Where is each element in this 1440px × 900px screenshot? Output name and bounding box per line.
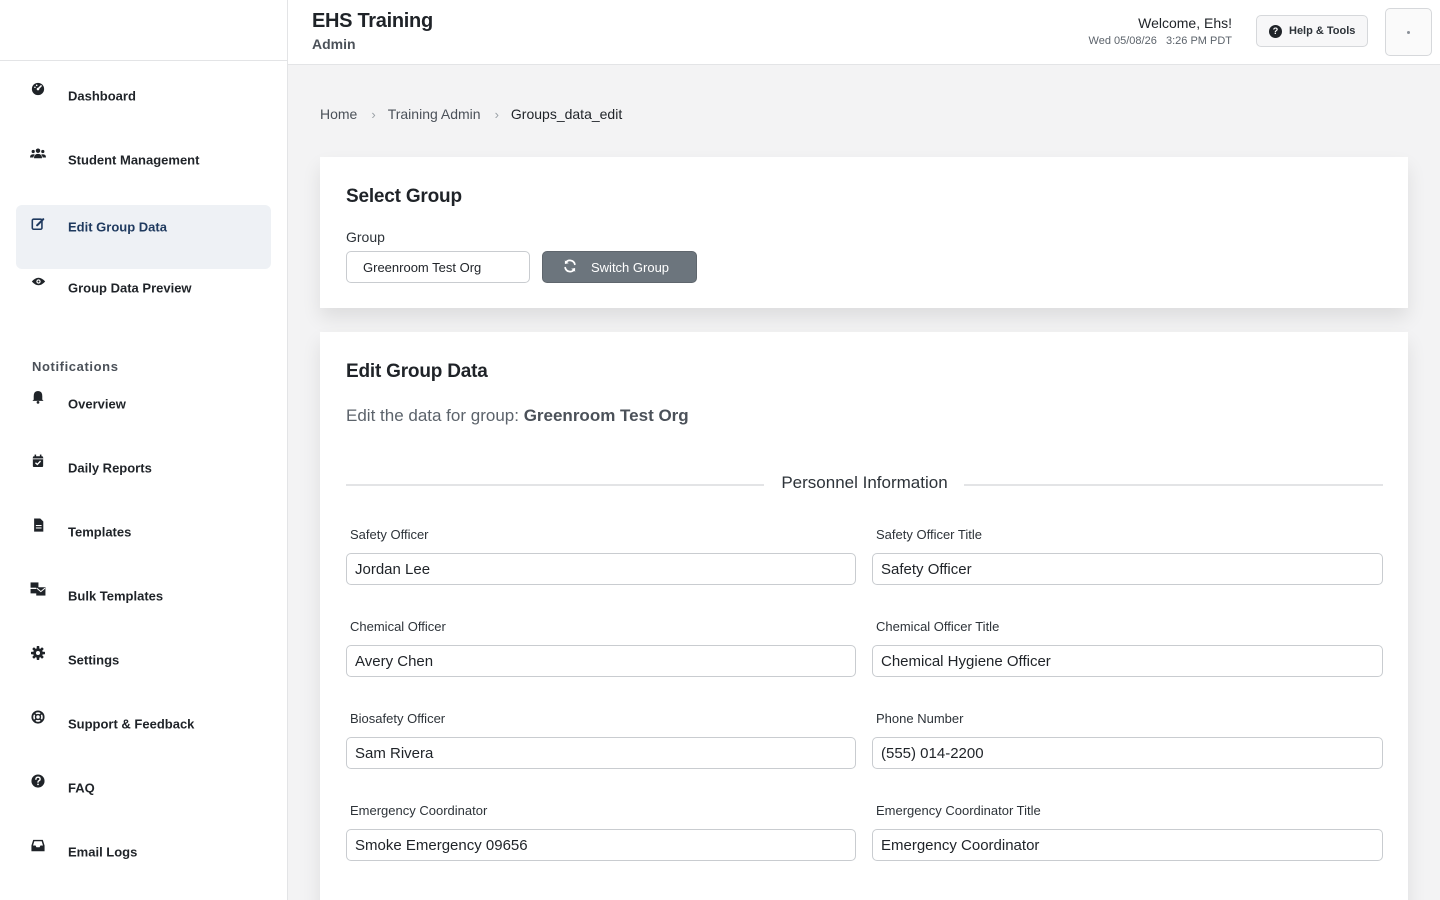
help-tools-button[interactable]: ? Help & Tools	[1256, 15, 1368, 47]
welcome-message: Welcome, Ehs!	[1138, 15, 1232, 31]
safety-officer-input[interactable]	[346, 553, 856, 585]
sidebar-item-group-data-preview[interactable]: Group Data Preview	[16, 258, 271, 322]
group-input[interactable]	[346, 251, 530, 283]
phone-number-input[interactable]	[872, 737, 1383, 769]
chemical-officer-label: Chemical Officer	[350, 619, 446, 634]
switch-group-label: Switch Group	[591, 259, 670, 275]
gear-icon	[30, 645, 46, 661]
sidebar-item-daily-reports[interactable]: Daily Reports	[16, 438, 271, 502]
sidebar-item-label: Dashboard	[68, 88, 136, 104]
breadcrumb-home[interactable]: Home	[320, 106, 357, 122]
select-group-card: Select Group Group Switch Group	[320, 157, 1408, 308]
safety-officer-title-label: Safety Officer Title	[876, 527, 982, 542]
sidebar-item-student-management[interactable]: Student Management	[16, 130, 271, 194]
breadcrumb-current: Groups_data_edit	[510, 106, 623, 122]
refresh-icon	[563, 259, 577, 275]
edit-group-title: Edit Group Data	[346, 361, 488, 382]
question-circle-icon: ?	[1269, 24, 1282, 38]
sidebar-logo-area	[0, 0, 287, 61]
chemical-officer-title-input[interactable]	[872, 645, 1383, 677]
sidebar-item-label: Student Management	[68, 152, 200, 168]
edit-group-description: Edit the data for group: Greenroom Test …	[346, 406, 689, 426]
emergency-coordinator-label: Emergency Coordinator	[350, 803, 488, 818]
breadcrumb-training-admin[interactable]: Training Admin	[388, 106, 481, 122]
edit-desc-group-name: Greenroom Test Org	[523, 406, 689, 425]
sidebar-item-bulk-templates[interactable]: Bulk Templates	[16, 566, 271, 630]
group-label: Group	[346, 229, 385, 245]
menu-dot-icon	[1407, 30, 1410, 34]
edit-icon	[30, 216, 46, 232]
safety-officer-label: Safety Officer	[350, 527, 429, 542]
sidebar-item-label: FAQ	[68, 780, 95, 796]
biosafety-officer-input[interactable]	[346, 737, 856, 769]
help-tools-label: Help & Tools	[1289, 25, 1356, 37]
emergency-coordinator-input[interactable]	[346, 829, 856, 861]
mail-bulk-icon	[30, 581, 46, 597]
sidebar-item-label: Edit Group Data	[68, 219, 167, 235]
chevron-right-icon: ›	[494, 106, 499, 122]
edit-group-card: Edit Group Data Edit the data for group:…	[320, 332, 1408, 900]
emergency-coordinator-title-input[interactable]	[872, 829, 1383, 861]
sidebar-section-notifications: Notifications	[32, 359, 119, 374]
personnel-section-divider: Personnel Information	[346, 473, 1383, 497]
select-group-title: Select Group	[346, 186, 462, 207]
breadcrumb: Home › Training Admin › Groups_data_edit	[320, 106, 622, 122]
sidebar-item-email-logs[interactable]: Email Logs	[16, 822, 271, 886]
chemical-officer-title-label: Chemical Officer Title	[876, 619, 1000, 634]
chemical-officer-input[interactable]	[346, 645, 856, 677]
life-ring-icon	[30, 709, 46, 725]
personnel-section-title: Personnel Information	[781, 473, 948, 492]
sidebar-item-label: Group Data Preview	[68, 280, 192, 296]
sidebar-item-label: Daily Reports	[68, 460, 152, 476]
sidebar-item-templates[interactable]: Templates	[16, 502, 271, 566]
dashboard-icon	[30, 81, 46, 97]
app-subtitle: Admin	[312, 36, 356, 52]
user-menu-button[interactable]	[1385, 8, 1432, 56]
eye-icon	[30, 273, 46, 289]
sidebar-item-label: Support & Feedback	[68, 716, 195, 732]
app-title: EHS Training	[312, 10, 433, 32]
top-header: EHS Training Admin Welcome, Ehs! Wed 05/…	[288, 0, 1440, 65]
sidebar-item-label: Settings	[68, 652, 120, 668]
bell-icon	[30, 389, 46, 405]
sidebar-item-label: Templates	[68, 524, 132, 540]
sidebar-item-label: Bulk Templates	[68, 588, 164, 604]
biosafety-officer-label: Biosafety Officer	[350, 711, 446, 726]
sidebar-item-label: Email Logs	[68, 844, 138, 860]
file-icon	[30, 517, 46, 533]
sidebar-item-dashboard[interactable]: Dashboard	[16, 66, 271, 130]
emergency-coordinator-title-label: Emergency Coordinator Title	[876, 803, 1041, 818]
sidebar-item-support-feedback[interactable]: Support & Feedback	[16, 694, 271, 758]
calendar-check-icon	[30, 453, 46, 469]
question-circle-icon	[30, 773, 46, 789]
sidebar-item-settings[interactable]: Settings	[16, 630, 271, 694]
phone-number-label: Phone Number	[876, 711, 964, 726]
sidebar-item-label: Overview	[68, 396, 126, 412]
switch-group-button[interactable]: Switch Group	[542, 251, 697, 283]
edit-desc-prefix: Edit the data for group:	[346, 406, 519, 425]
chevron-right-icon: ›	[371, 106, 376, 122]
sidebar-item-overview[interactable]: Overview	[16, 374, 271, 438]
users-icon	[30, 145, 46, 161]
inbox-icon	[30, 837, 46, 853]
safety-officer-title-input[interactable]	[872, 553, 1383, 585]
current-datetime: Wed 05/08/26 3:26 PM PDT	[1088, 35, 1232, 47]
sidebar-item-faq[interactable]: FAQ	[16, 758, 271, 822]
sidebar: Dashboard Student Management Edit Group …	[0, 0, 288, 900]
